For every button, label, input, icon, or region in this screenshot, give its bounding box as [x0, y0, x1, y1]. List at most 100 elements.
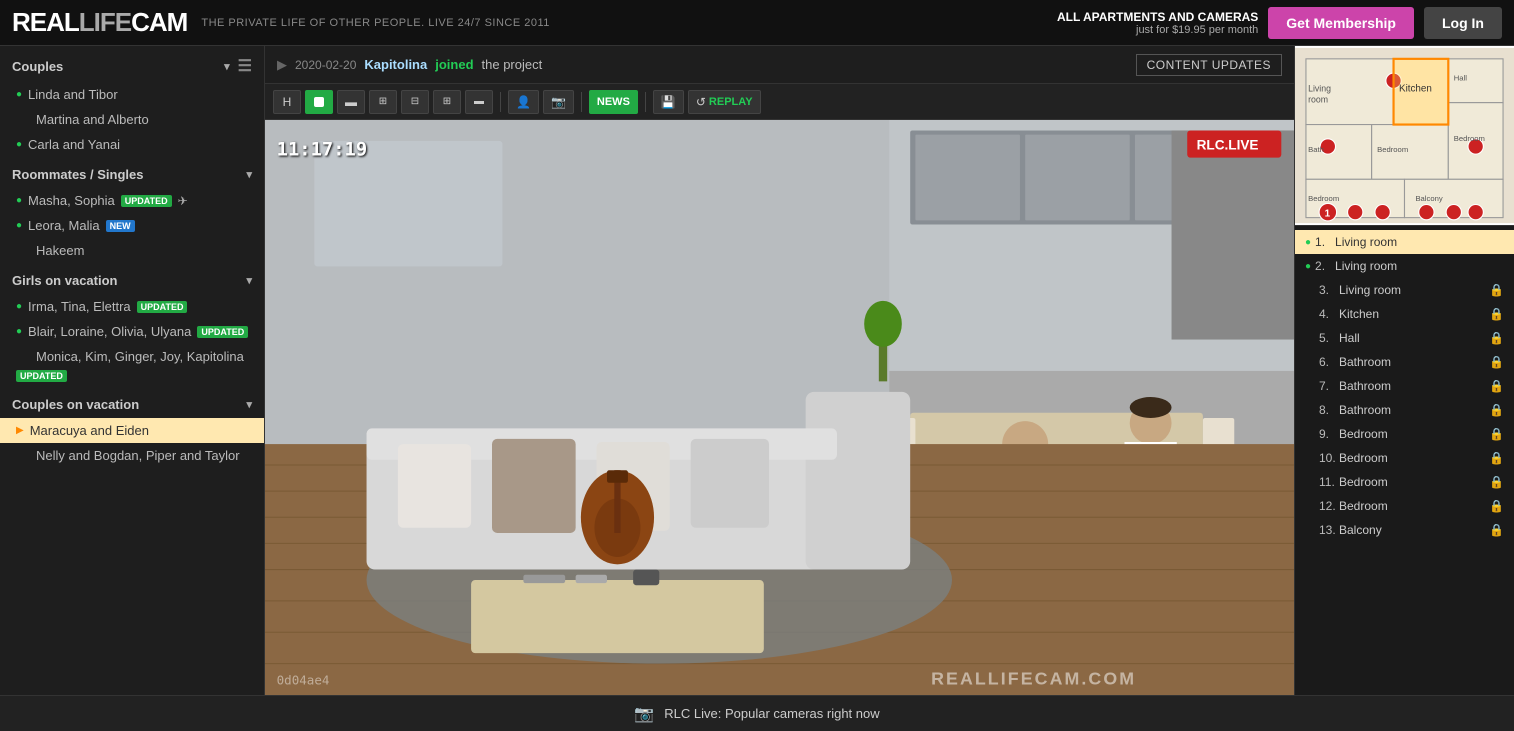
dot-icon: ●: [16, 220, 22, 231]
person-detect-button[interactable]: 👤: [508, 90, 539, 114]
camera-name: Bathroom: [1339, 379, 1489, 393]
layout2-button[interactable]: ⊞: [369, 90, 397, 114]
sidebar-item-linda-tibor[interactable]: ● Linda and Tibor: [0, 82, 264, 107]
girls-label: Girls on vacation: [12, 273, 117, 288]
sidebar-section-girls[interactable]: Girls on vacation ▾: [0, 263, 264, 294]
layout5-button[interactable]: ▬: [465, 90, 493, 114]
lock-icon: 🔒: [1489, 427, 1504, 441]
bottom-bar-text: RLC Live: Popular cameras right now: [664, 706, 879, 721]
couples-vacation-chevron-icon: ▾: [246, 398, 252, 411]
camera-list-item[interactable]: 13.Balcony🔒: [1295, 518, 1514, 542]
sidebar-item-martina-alberto[interactable]: Martina and Alberto: [0, 107, 264, 132]
sidebar-item-blair[interactable]: ● Blair, Loraine, Olivia, Ulyana UPDATED: [0, 319, 264, 344]
h-button[interactable]: H: [273, 90, 301, 114]
breadcrumb-name: Kapitolina: [364, 57, 427, 72]
camera-list-item[interactable]: 10.Bedroom🔒: [1295, 446, 1514, 470]
layout5-icon: ▬: [474, 96, 484, 107]
svg-text:Balcony: Balcony: [1415, 194, 1442, 203]
login-button[interactable]: Log In: [1424, 7, 1502, 39]
breadcrumb-action: joined: [435, 57, 473, 72]
right-panel: ▾ 1: [1294, 46, 1514, 695]
camera-list-item[interactable]: 7.Bathroom🔒: [1295, 374, 1514, 398]
dot-icon: ●: [16, 301, 22, 312]
record-button[interactable]: [305, 90, 333, 114]
sidebar-item-masha-sophia[interactable]: ● Masha, Sophia UPDATED ✈: [0, 188, 264, 213]
svg-text:0d04ae4: 0d04ae4: [277, 673, 330, 688]
all-apts-subtitle: just for $19.95 per month: [1057, 24, 1258, 36]
sidebar-section-couples[interactable]: Couples ▾ ☰: [0, 46, 264, 82]
camera-name: Hall: [1339, 331, 1489, 345]
sidebar-item-irma-tina[interactable]: ● Irma, Tina, Elettra UPDATED: [0, 294, 264, 319]
layout1-button[interactable]: ▬: [337, 90, 365, 114]
layout3-button[interactable]: ⊟: [401, 90, 429, 114]
hamburger-icon: ☰: [238, 56, 252, 76]
lock-icon: 🔒: [1489, 379, 1504, 393]
site-logo: REALLIFECAM: [12, 7, 187, 38]
layout4-button[interactable]: ⊞: [433, 90, 461, 114]
camera-list-item[interactable]: 9.Bedroom🔒: [1295, 422, 1514, 446]
camera-name: Kitchen: [1339, 307, 1489, 321]
lock-icon: 🔒: [1489, 523, 1504, 537]
camera-button[interactable]: 📷: [543, 90, 574, 114]
camera-list-item[interactable]: ●2.Living room: [1295, 254, 1514, 278]
sidebar: Couples ▾ ☰ ● Linda and Tibor Martina an…: [0, 46, 265, 695]
camera-list-item[interactable]: 11.Bedroom🔒: [1295, 470, 1514, 494]
sidebar-item-monica[interactable]: Monica, Kim, Ginger, Joy, Kapitolina UPD…: [0, 344, 264, 387]
sidebar-item-leora-malia[interactable]: ● Leora, Malia NEW: [0, 213, 264, 238]
roommates-label: Roommates / Singles: [12, 167, 143, 182]
replay-icon: ↺: [696, 95, 706, 109]
sidebar-section-couples-vacation[interactable]: Couples on vacation ▾: [0, 387, 264, 418]
camera-name: Bedroom: [1339, 475, 1489, 489]
save-button[interactable]: 💾: [653, 90, 684, 114]
sidebar-item-hakeem[interactable]: Hakeem: [0, 238, 264, 263]
layout3-icon: ⊟: [411, 96, 419, 107]
video-placeholder: 11:17:19 RLC.LIVE REALLIFECAM.COM 0d04ae…: [265, 120, 1294, 695]
camera-small-icon: 📷: [634, 704, 654, 724]
camera-number: 9.: [1319, 427, 1339, 441]
roommates-chevron-icon: ▾: [246, 168, 252, 181]
camera-list-item[interactable]: 4.Kitchen🔒: [1295, 302, 1514, 326]
camera-number: 6.: [1319, 355, 1339, 369]
camera-name: Balcony: [1339, 523, 1489, 537]
svg-text:Bedroom: Bedroom: [1454, 134, 1485, 143]
replay-button[interactable]: ↺ REPLAY: [688, 90, 761, 114]
camera-number: 1.: [1315, 235, 1335, 249]
camera-list-item[interactable]: 3.Living room🔒: [1295, 278, 1514, 302]
camera-list-item[interactable]: ●1.Living room: [1295, 230, 1514, 254]
all-apts-title: ALL APARTMENTS AND CAMERAS: [1057, 10, 1258, 24]
breadcrumb-rest: the project: [482, 57, 543, 72]
dot-icon: ●: [16, 326, 22, 337]
camera-name: Living room: [1339, 283, 1489, 297]
girls-chevron-icon: ▾: [246, 274, 252, 287]
get-membership-button[interactable]: Get Membership: [1268, 7, 1414, 39]
camera-name: Bathroom: [1339, 403, 1489, 417]
toolbar-separator3: [645, 92, 646, 112]
center-panel: ▶ 2020-02-20 Kapitolina joined the proje…: [265, 46, 1294, 695]
updated-badge: UPDATED: [16, 370, 67, 382]
camera-list-item[interactable]: 5.Hall🔒: [1295, 326, 1514, 350]
camera-number: 3.: [1319, 283, 1339, 297]
camera-name: Bathroom: [1339, 355, 1489, 369]
toolbar-separator: [500, 92, 501, 112]
site-tagline: THE PRIVATE LIFE OF OTHER PEOPLE. LIVE 2…: [201, 17, 550, 29]
camera-number: 5.: [1319, 331, 1339, 345]
top-navigation: REALLIFECAM THE PRIVATE LIFE OF OTHER PE…: [0, 0, 1514, 46]
sidebar-item-nelly[interactable]: Nelly and Bogdan, Piper and Taylor: [0, 443, 264, 468]
couples-chevron-icon: ▾: [224, 60, 230, 73]
news-button[interactable]: NEWS: [589, 90, 638, 114]
video-area: 11:17:19 RLC.LIVE REALLIFECAM.COM 0d04ae…: [265, 120, 1294, 695]
camera-list-item[interactable]: 8.Bathroom🔒: [1295, 398, 1514, 422]
breadcrumb-date: 2020-02-20: [295, 58, 356, 72]
arrow-icon: ▶: [16, 425, 24, 436]
nav-right: ALL APARTMENTS AND CAMERAS just for $19.…: [1057, 7, 1502, 39]
sidebar-section-roommates[interactable]: Roommates / Singles ▾: [0, 157, 264, 188]
camera-list-item[interactable]: 12.Bedroom🔒: [1295, 494, 1514, 518]
svg-text:Bedroom: Bedroom: [1308, 194, 1339, 203]
all-apartments: ALL APARTMENTS AND CAMERAS just for $19.…: [1057, 10, 1258, 36]
content-updates-button[interactable]: CONTENT UPDATES: [1136, 54, 1282, 76]
camera-list-item[interactable]: 6.Bathroom🔒: [1295, 350, 1514, 374]
green-dot-icon: ●: [1305, 261, 1311, 272]
svg-text:Hall: Hall: [1454, 74, 1467, 83]
sidebar-item-maracuya[interactable]: ▶ Maracuya and Eiden: [0, 418, 264, 443]
sidebar-item-carla-yanai[interactable]: ● Carla and Yanai: [0, 132, 264, 157]
